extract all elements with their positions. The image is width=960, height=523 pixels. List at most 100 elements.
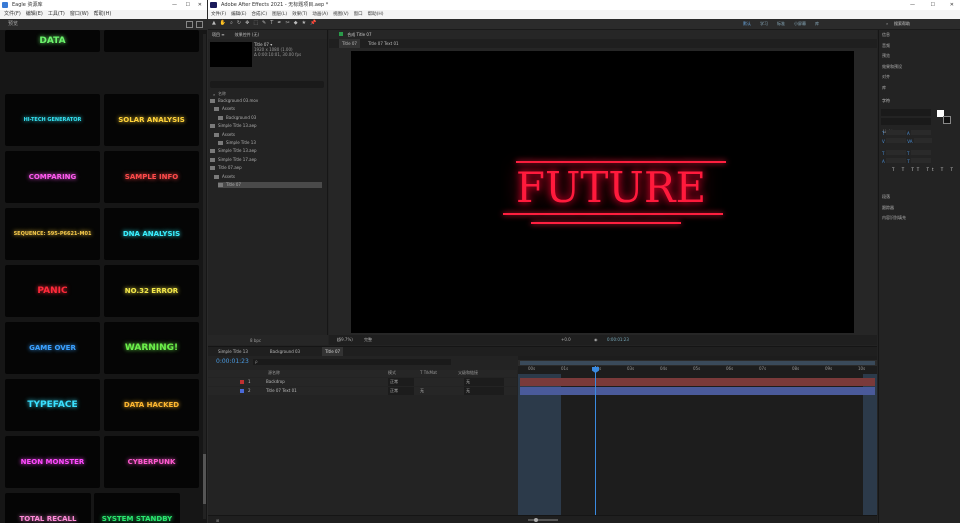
layer-parent-dropdown[interactable]: 无 (464, 378, 504, 386)
layer-mode-dropdown[interactable]: 正常 (388, 387, 414, 395)
text-format-buttons[interactable]: T T TT Tt T T (882, 166, 958, 174)
workspace-small[interactable]: 小屏幕 (794, 21, 806, 27)
project-item[interactable]: Simple Title 13 (218, 140, 322, 146)
tool-button[interactable]: ✥ (245, 20, 249, 29)
minimize-icon[interactable]: — (172, 0, 177, 10)
project-item[interactable]: Background 03.mov (210, 98, 322, 104)
project-search-input[interactable]: ⌕ (210, 81, 324, 97)
menu-tools[interactable]: 工具(T) (48, 10, 65, 19)
panel-item[interactable]: 信息 (882, 32, 958, 38)
asset-thumbnail[interactable]: DATA (5, 30, 100, 52)
asset-thumbnail[interactable]: WARNING! (104, 322, 199, 374)
menu-window[interactable]: 窗口(W) (70, 10, 89, 19)
list-view-icon[interactable] (196, 21, 203, 28)
asset-thumbnail[interactable]: SEQUENCE: 595-P6621-M01 (5, 208, 100, 260)
time-graph[interactable]: 00s01s02s03s04s05s06s07s08s09s10s (518, 356, 877, 523)
panel-item[interactable]: 跟踪器 (882, 205, 958, 211)
tool-button[interactable]: ▲ (212, 20, 216, 29)
asset-thumbnail[interactable]: SYSTEM STANDBY (94, 493, 180, 523)
ae-menu-edit[interactable]: 编辑(E) (231, 10, 246, 19)
layer-mode-dropdown[interactable]: 正常 (388, 378, 414, 386)
asset-thumbnail[interactable]: NEON MONSTER (5, 436, 100, 488)
comp-tab[interactable]: 合成 Title 07 (329, 30, 877, 39)
layer-label-color[interactable] (240, 389, 244, 393)
zoom-dropdown[interactable]: (69.7%) (337, 335, 353, 345)
tool-button[interactable]: ✂ (286, 20, 290, 29)
time-ruler[interactable]: 00s01s02s03s04s05s06s07s08s09s10s (518, 366, 877, 374)
asset-thumbnail[interactable]: CYBERPUNK (104, 436, 199, 488)
layer-name[interactable]: Backdrop (266, 378, 285, 386)
project-item[interactable]: Title 07 (218, 182, 322, 188)
name-column-header[interactable]: 名称 (218, 91, 226, 97)
asset-thumbnail[interactable] (104, 30, 199, 52)
subtab-title-07[interactable]: Title 07 (339, 39, 360, 48)
project-item[interactable]: Assets (214, 132, 322, 138)
col-parent[interactable]: 父级和链接 (458, 370, 478, 376)
exposure-value[interactable]: +0.0 (561, 335, 571, 345)
menu-help[interactable]: 帮助(H) (94, 10, 112, 19)
menu-file[interactable]: 文件(F) (4, 10, 21, 19)
asset-thumbnail[interactable]: TYPEFACE (5, 379, 100, 431)
layer-bar-title-text[interactable] (520, 387, 875, 395)
asset-thumbnail[interactable]: SAMPLE INFO (104, 151, 199, 203)
timeline-tab[interactable]: Simple Title 13 (218, 347, 248, 356)
col-trkmat[interactable]: T TrkMat (420, 370, 437, 375)
timeline-tab[interactable]: Background 03 (270, 347, 300, 356)
ae-menu-window[interactable]: 窗口 (354, 10, 363, 19)
ae-menu-animation[interactable]: 动画(A) (312, 10, 328, 19)
timeline-timecode[interactable]: 0:00:01:23 (216, 358, 249, 365)
col-source-name[interactable]: 源名称 (268, 370, 280, 376)
browser-scrollbar[interactable] (203, 34, 206, 519)
grid-view-icon[interactable] (186, 21, 193, 28)
ae-minimize-icon[interactable]: — (910, 0, 915, 10)
project-item[interactable]: Assets (214, 174, 322, 180)
panel-item[interactable]: 内容识别填充 (882, 215, 958, 221)
toggle-switches-icon[interactable]: ⊞ (216, 518, 219, 523)
ae-close-icon[interactable]: ✕ (950, 0, 954, 10)
asset-thumbnail[interactable]: SOLAR ANALYSIS (104, 94, 199, 146)
asset-thumbnail[interactable]: DATA HACKED (104, 379, 199, 431)
panel-item[interactable]: 库 (882, 85, 958, 91)
asset-thumbnail[interactable]: COMPARING (5, 151, 100, 203)
layer-trkmat-dropdown[interactable]: 无 (420, 387, 424, 395)
comp-viewer[interactable]: FUTURE (351, 51, 854, 333)
search-icon[interactable]: ⌕ (886, 21, 888, 26)
tool-button[interactable]: ✋ (220, 20, 226, 29)
tool-button[interactable]: ✎ (262, 20, 266, 29)
panel-item[interactable]: 预览 (882, 53, 958, 59)
comp-timecode[interactable]: 0:00:01:23 (607, 335, 629, 345)
layer-bar-backdrop[interactable] (520, 378, 875, 386)
col-mode[interactable]: 模式 (388, 370, 396, 376)
ae-menu-layer[interactable]: 图层(L) (272, 10, 287, 19)
workspace-library[interactable]: 库 (815, 21, 819, 27)
tool-button[interactable]: ◆ (294, 20, 298, 29)
layer-search-input[interactable]: ρ (253, 359, 451, 365)
project-item[interactable]: Simple Title 17.aep (210, 157, 322, 163)
workspace-standard[interactable]: 标准 (777, 21, 785, 27)
project-item[interactable]: Simple Title 13.aep (210, 123, 322, 129)
close-icon[interactable]: ✕ (198, 0, 202, 10)
asset-thumbnail[interactable]: NO.32 ERROR (104, 265, 199, 317)
ae-menu-file[interactable]: 文件(F) (211, 10, 226, 19)
asset-thumbnail[interactable]: GAME OVER (5, 322, 100, 374)
workspace-default[interactable]: 默认 (743, 21, 751, 27)
project-item[interactable]: Assets (214, 106, 322, 112)
panel-item[interactable]: 对齐 (882, 74, 958, 80)
tool-button[interactable]: ⬚ (253, 20, 258, 29)
tab-project[interactable]: 项目 ≡ (212, 30, 225, 39)
maximize-icon[interactable]: ☐ (186, 0, 190, 10)
stroke-color-swatch[interactable] (943, 116, 951, 124)
panel-item[interactable]: 音频 (882, 43, 958, 49)
layer-name[interactable]: Title 07 Text 01 (266, 387, 297, 395)
ae-menu-composition[interactable]: 合成(C) (251, 10, 267, 19)
font-style-dropdown[interactable]: Light (881, 118, 931, 134)
tool-button[interactable]: T (270, 20, 273, 29)
project-item[interactable]: Background 03 (218, 115, 322, 121)
zoom-slider[interactable] (528, 518, 558, 522)
tool-button[interactable]: ↻ (237, 20, 241, 29)
tab-effect-controls[interactable]: 效果控件 (无) (235, 30, 259, 39)
asset-thumbnail[interactable]: DNA ANALYSIS (104, 208, 199, 260)
ae-menu-effect[interactable]: 效果(T) (292, 10, 307, 19)
ae-menu-help[interactable]: 帮助(H) (368, 10, 384, 19)
timeline-tab[interactable]: Title 07 (322, 347, 344, 356)
